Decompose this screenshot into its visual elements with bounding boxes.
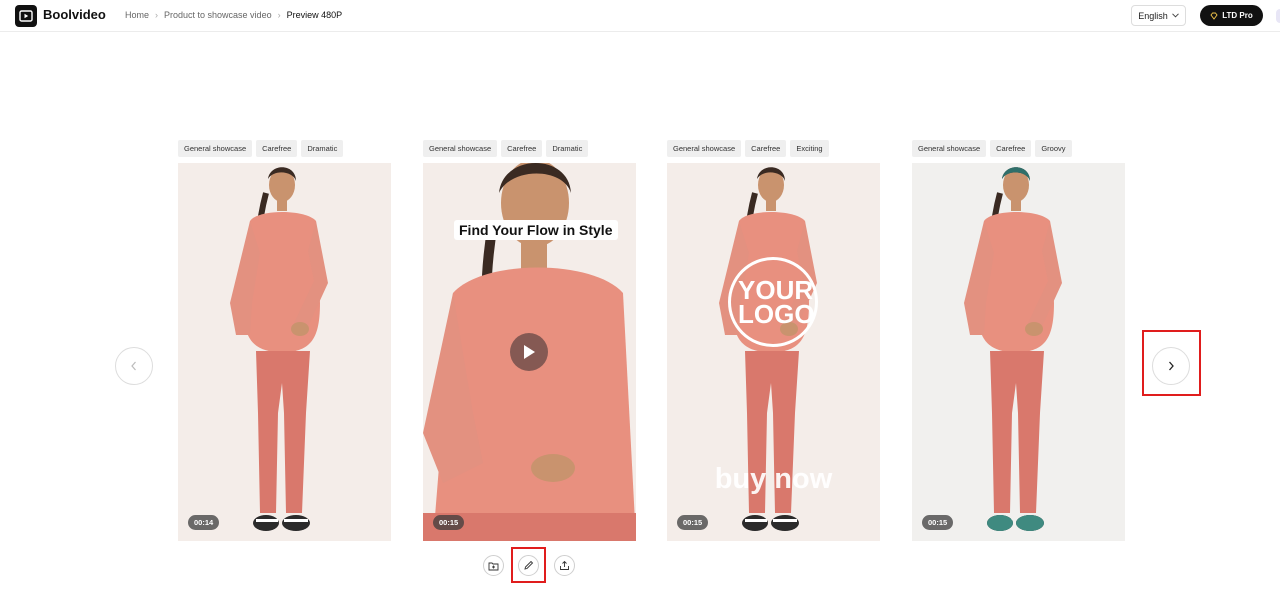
- tag: Groovy: [1035, 140, 1072, 157]
- cta-overlay: buy now: [714, 463, 833, 495]
- tag: General showcase: [912, 140, 987, 157]
- video-preview[interactable]: 00:15: [912, 163, 1125, 541]
- brand-name[interactable]: Boolvideo: [43, 7, 106, 22]
- tag-list: General showcase Carefree Dramatic: [423, 140, 636, 157]
- edit-button[interactable]: [518, 555, 539, 576]
- brand-logo-icon[interactable]: [15, 5, 37, 27]
- video-title-overlay: Find Your Flow in Style: [454, 220, 618, 240]
- diamond-icon: [1210, 12, 1218, 20]
- duration-badge: 00:14: [188, 515, 220, 530]
- side-panel-tab[interactable]: [1276, 9, 1280, 23]
- language-select[interactable]: English: [1131, 5, 1186, 26]
- video-preview[interactable]: 00:14: [178, 163, 391, 541]
- chevron-right-icon: ›: [277, 10, 281, 20]
- play-button[interactable]: [510, 333, 548, 371]
- template-card-3[interactable]: General showcase Carefree Exciting YOUR …: [667, 140, 880, 541]
- tag: Carefree: [256, 140, 298, 157]
- breadcrumb-product-to-showcase[interactable]: Product to showcase video: [164, 10, 272, 20]
- tag: Carefree: [990, 140, 1032, 157]
- top-bar: Boolvideo Home › Product to showcase vid…: [0, 0, 1280, 32]
- duration-badge: 00:15: [922, 515, 954, 530]
- pencil-icon: [524, 560, 534, 570]
- share-button[interactable]: [554, 555, 575, 576]
- model-image: [912, 163, 1125, 541]
- save-to-folder-button[interactable]: [483, 555, 504, 576]
- chevron-left-icon: [131, 361, 136, 371]
- upload-icon: [560, 560, 569, 570]
- template-card-4[interactable]: General showcase Carefree Groovy 00:15: [912, 140, 1125, 541]
- duration-badge: 00:15: [433, 515, 465, 530]
- template-card-2[interactable]: General showcase Carefree Dramatic Find …: [423, 140, 636, 541]
- previous-button[interactable]: [115, 347, 153, 385]
- duration-badge: 00:15: [677, 515, 709, 530]
- breadcrumb-current: Preview 480P: [286, 10, 343, 20]
- tag: Exciting: [790, 140, 829, 157]
- logo-placeholder: YOUR LOGO: [728, 257, 818, 347]
- next-button[interactable]: [1152, 347, 1190, 385]
- tag-list: General showcase Carefree Exciting: [667, 140, 880, 157]
- tag: General showcase: [178, 140, 253, 157]
- breadcrumb-home[interactable]: Home: [125, 10, 149, 20]
- tag: General showcase: [423, 140, 498, 157]
- tag: Carefree: [745, 140, 787, 157]
- tag-list: General showcase Carefree Groovy: [912, 140, 1125, 157]
- video-preview[interactable]: Find Your Flow in Style 00:15: [423, 163, 636, 541]
- tag: Dramatic: [301, 140, 344, 157]
- language-label: English: [1138, 10, 1168, 21]
- tag: Dramatic: [546, 140, 589, 157]
- tag: General showcase: [667, 140, 742, 157]
- template-card-1[interactable]: General showcase Carefree Dramatic 00:14: [178, 140, 391, 541]
- video-preview[interactable]: YOUR LOGO buy now 00:15: [667, 163, 880, 541]
- folder-add-icon: [488, 562, 499, 570]
- logo-placeholder-text: YOUR LOGO: [738, 275, 815, 329]
- model-image: [178, 163, 391, 541]
- chevron-right-icon: [1169, 361, 1174, 371]
- ltd-pro-label: LTD Pro: [1222, 11, 1253, 20]
- breadcrumb: Home › Product to showcase video › Previ…: [125, 10, 342, 20]
- tag-list: General showcase Carefree Dramatic: [178, 140, 391, 157]
- ltd-pro-button[interactable]: LTD Pro: [1200, 5, 1263, 26]
- tag: Carefree: [501, 140, 543, 157]
- chevron-right-icon: ›: [155, 10, 159, 20]
- play-icon: [524, 345, 535, 359]
- chevron-down-icon: [1171, 13, 1179, 18]
